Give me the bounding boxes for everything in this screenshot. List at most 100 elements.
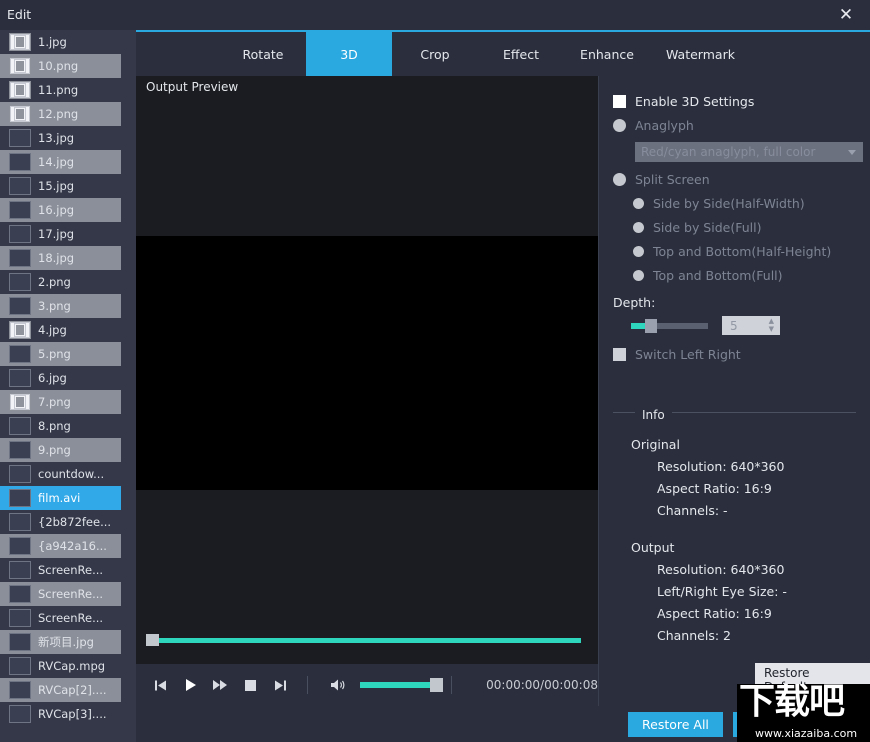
- file-list-item[interactable]: 7.png: [0, 390, 121, 414]
- enable-3d-checkbox[interactable]: [613, 95, 626, 108]
- file-list-item[interactable]: 4.jpg: [0, 318, 121, 342]
- file-list-item[interactable]: RVCap.mpg: [0, 654, 121, 678]
- file-list[interactable]: 1.jpg10.png11.png12.png13.jpg14.jpg 15.jp…: [0, 30, 136, 742]
- info-original-item: Aspect Ratio: 16:9: [657, 481, 856, 496]
- settings-panel-3d: Enable 3D Settings Anaglyph Red/cyan ana…: [598, 76, 870, 706]
- watermark-text: 下载吧: [739, 684, 870, 722]
- filmstrip-thumbnail-icon: [9, 81, 31, 99]
- split-option-radio[interactable]: [633, 198, 644, 209]
- file-name: film.avi: [38, 491, 80, 505]
- image-thumbnail: [9, 249, 31, 267]
- file-list-item[interactable]: {2b872fee...: [0, 510, 121, 534]
- depth-value: 5: [730, 319, 738, 333]
- split-option-radio[interactable]: [633, 270, 644, 281]
- file-name: RVCap.mpg: [38, 659, 105, 673]
- file-list-item[interactable]: 2.png: [0, 270, 121, 294]
- split-screen-radio[interactable]: [613, 173, 626, 186]
- tab-effect[interactable]: Effect: [478, 32, 564, 76]
- file-list-item[interactable]: film.avi: [0, 486, 121, 510]
- file-list-item[interactable]: RVCap[3]....: [0, 702, 121, 726]
- volume-slider[interactable]: [360, 682, 437, 688]
- info-spacer: [631, 525, 856, 540]
- enable-3d-row[interactable]: Enable 3D Settings: [613, 94, 856, 109]
- file-list-item[interactable]: ScreenRe...: [0, 606, 121, 630]
- image-thumbnail: [9, 705, 31, 723]
- file-list-item[interactable]: 新项目.jpg: [0, 630, 121, 654]
- split-option-row-1[interactable]: Side by Side(Full): [613, 220, 856, 235]
- file-name: ScreenRe...: [38, 611, 103, 625]
- file-list-item[interactable]: 1.jpg: [0, 30, 121, 54]
- seek-thumb[interactable]: [146, 634, 159, 646]
- file-list-item[interactable]: 18.jpg: [0, 246, 121, 270]
- file-list-item[interactable]: 16.jpg: [0, 198, 121, 222]
- split-option-row-2[interactable]: Top and Bottom(Half-Height): [613, 244, 856, 259]
- restore-all-button[interactable]: Restore All: [628, 712, 723, 737]
- split-option-radio[interactable]: [633, 222, 644, 233]
- fast-forward-icon[interactable]: [208, 672, 234, 698]
- file-list-item[interactable]: 8.png: [0, 414, 121, 438]
- image-thumbnail: [9, 585, 31, 603]
- speaker-icon[interactable]: [326, 672, 352, 698]
- file-list-item[interactable]: RVCap[2]....: [0, 678, 121, 702]
- depth-stepper[interactable]: 5 ▲▼: [722, 316, 780, 335]
- play-icon[interactable]: [178, 672, 204, 698]
- image-thumbnail: [9, 465, 31, 483]
- depth-slider-thumb[interactable]: [645, 319, 657, 333]
- file-name: 7.png: [38, 395, 71, 409]
- tab-3d[interactable]: 3D: [306, 32, 392, 76]
- split-screen-row[interactable]: Split Screen: [613, 172, 856, 187]
- file-list-item[interactable]: 11.png: [0, 78, 121, 102]
- skip-previous-icon[interactable]: [148, 672, 174, 698]
- image-thumbnail: [9, 345, 31, 363]
- tab-rotate[interactable]: Rotate: [220, 32, 306, 76]
- file-list-item[interactable]: 5.png: [0, 342, 121, 366]
- file-list-item[interactable]: 17.jpg: [0, 222, 121, 246]
- image-thumbnail: [9, 657, 31, 675]
- skip-next-icon[interactable]: [267, 672, 293, 698]
- image-thumbnail: [9, 609, 31, 627]
- anaglyph-select[interactable]: Red/cyan anaglyph, full color: [635, 142, 863, 162]
- file-name: 15.jpg: [38, 179, 74, 193]
- file-list-item[interactable]: {a942a16...: [0, 534, 121, 558]
- tab-watermark[interactable]: Watermark: [650, 32, 751, 76]
- seek-bar[interactable]: [136, 634, 598, 646]
- split-option-row-0[interactable]: Side by Side(Half-Width): [613, 196, 856, 211]
- volume-thumb[interactable]: [430, 678, 443, 692]
- file-list-item[interactable]: 14.jpg: [0, 150, 121, 174]
- image-thumbnail: [9, 273, 31, 291]
- switch-left-right-checkbox[interactable]: [613, 348, 626, 361]
- image-thumbnail: [9, 561, 31, 579]
- controls-divider: [307, 676, 308, 694]
- switch-left-right-row[interactable]: Switch Left Right: [613, 347, 856, 362]
- file-list-item[interactable]: ScreenRe...: [0, 558, 121, 582]
- close-icon[interactable]: ✕: [822, 0, 870, 30]
- tab-enhance[interactable]: Enhance: [564, 32, 650, 76]
- anaglyph-row[interactable]: Anaglyph: [613, 118, 856, 133]
- tab-crop[interactable]: Crop: [392, 32, 478, 76]
- depth-slider[interactable]: [631, 323, 708, 329]
- info-output-item: Aspect Ratio: 16:9: [657, 606, 856, 621]
- anaglyph-radio[interactable]: [613, 119, 626, 132]
- file-list-item[interactable]: countdow...: [0, 462, 121, 486]
- filmstrip-thumbnail-icon: [9, 57, 31, 75]
- file-list-item[interactable]: 12.png: [0, 102, 121, 126]
- image-thumbnail: [9, 681, 31, 699]
- file-list-item[interactable]: 6.jpg: [0, 366, 121, 390]
- split-option-row-3[interactable]: Top and Bottom(Full): [613, 268, 856, 283]
- file-name: 新项目.jpg: [38, 634, 94, 650]
- file-list-item[interactable]: ScreenRe...: [0, 582, 121, 606]
- file-name: 4.jpg: [38, 323, 67, 337]
- stepper-arrows-icon[interactable]: ▲▼: [769, 318, 774, 333]
- file-list-item[interactable]: 15.jpg: [0, 174, 121, 198]
- output-preview-pane: Output Preview: [136, 76, 598, 664]
- chevron-down-icon: [848, 150, 856, 155]
- file-list-item[interactable]: 13.jpg: [0, 126, 121, 150]
- stop-icon[interactable]: [237, 672, 263, 698]
- file-list-item[interactable]: 3.png: [0, 294, 121, 318]
- info-original-head: Original: [631, 437, 856, 452]
- file-name: 18.jpg: [38, 251, 74, 265]
- timecode: 00:00:00/00:00:08: [486, 678, 598, 692]
- file-list-item[interactable]: 9.png: [0, 438, 121, 462]
- split-option-radio[interactable]: [633, 246, 644, 257]
- file-list-item[interactable]: 10.png: [0, 54, 121, 78]
